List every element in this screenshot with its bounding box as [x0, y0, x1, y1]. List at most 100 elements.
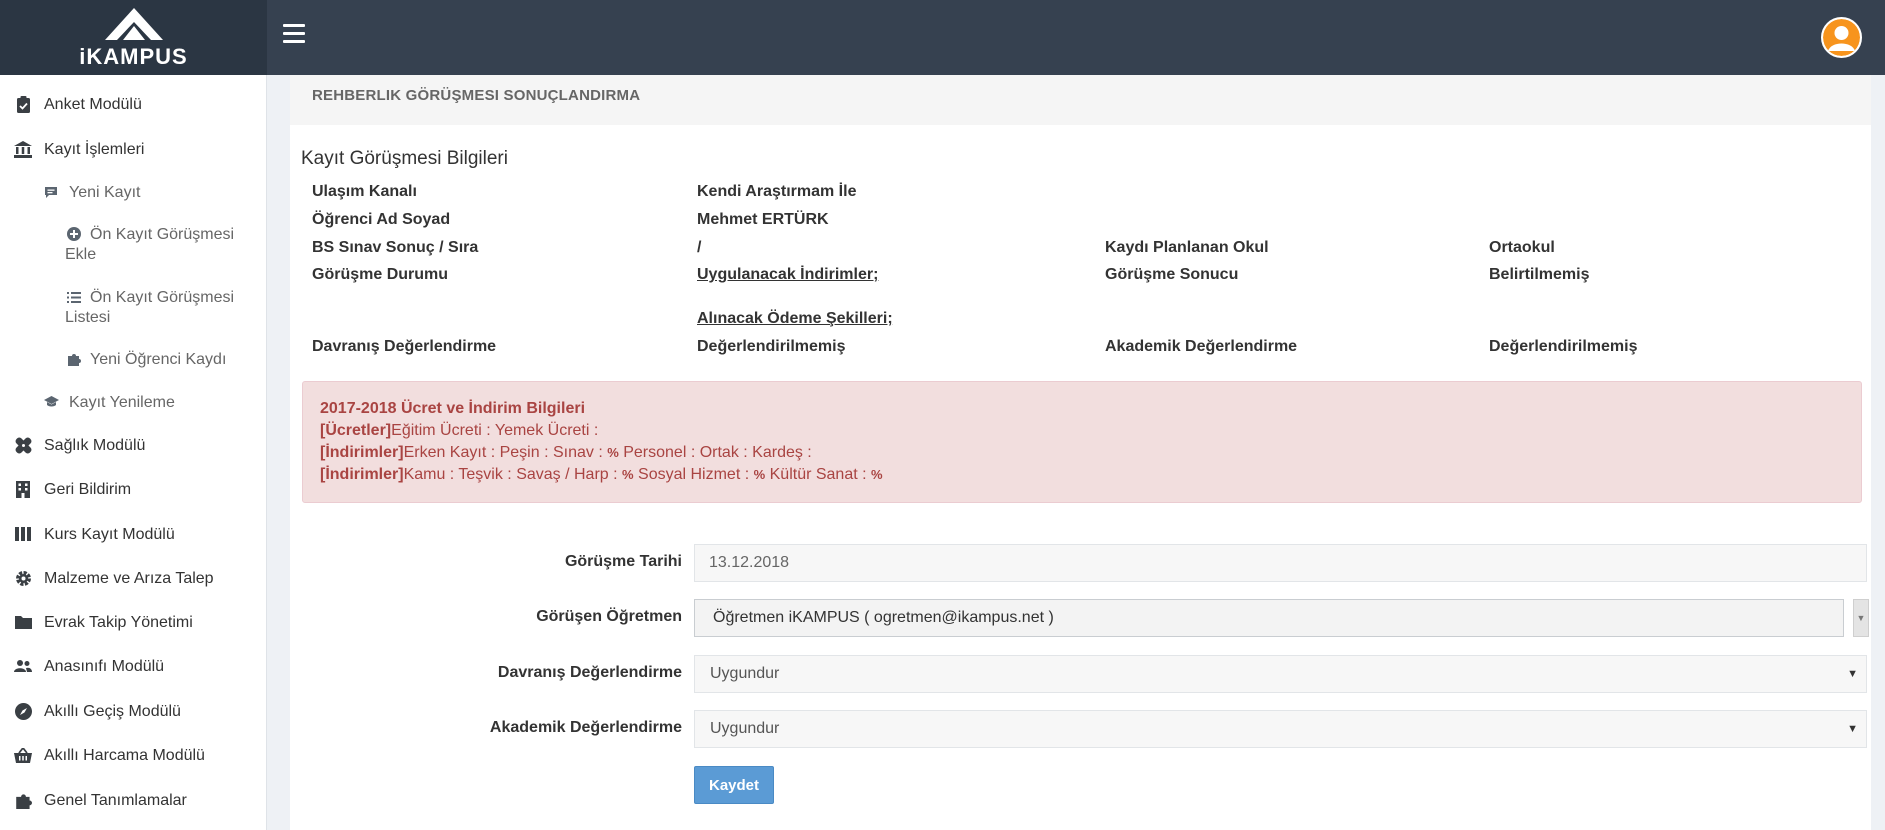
- sidebar-item-geri-bildirim[interactable]: Geri Bildirim: [14, 480, 281, 500]
- indirim-link[interactable]: Uygulanacak İndirimler;: [697, 266, 878, 284]
- sidebar-item-kurs-kayit[interactable]: Kurs Kayıt Modülü: [14, 525, 281, 545]
- graduation-cap-icon: [42, 393, 60, 411]
- davranis-select-value: Uygundur: [710, 665, 780, 682]
- davranis-info-value: Değerlendirilmemiş: [697, 338, 846, 355]
- sonuc-label: Görüşme Sonucu: [1105, 266, 1239, 283]
- alert-line1-text: Eğitim Ücreti : Yemek Ücreti :: [391, 422, 599, 439]
- sidebar-item-saglik[interactable]: Sağlık Modülü: [14, 436, 281, 456]
- ogrenci-value: Mehmet ERTÜRK: [697, 211, 829, 228]
- alert-line2-text-a: Erken Kayıt : Peşin : Sınav :: [403, 444, 608, 461]
- alert-tag-indirimler: [İndirimler]: [320, 444, 404, 461]
- teacher-label: Görüşen Öğretmen: [536, 608, 682, 625]
- sidebar-item-label: Kurs Kayıt Modülü: [44, 526, 175, 543]
- bandage-icon: [14, 436, 32, 454]
- akademik-select-value: Uygundur: [710, 720, 780, 737]
- sidebar-item-akilli-harcama[interactable]: Akıllı Harcama Modülü: [14, 746, 281, 766]
- bs-value: /: [697, 239, 702, 256]
- alert-line3-text-c: Kültür Sanat :: [765, 466, 872, 483]
- save-button[interactable]: Kaydet: [694, 766, 774, 804]
- sidebar-item-akilli-gecis[interactable]: Akıllı Geçiş Modülü: [14, 702, 281, 722]
- sidebar-item-label: Evrak Takip Yönetimi: [44, 614, 193, 631]
- chevron-down-icon: ▼: [1847, 723, 1858, 735]
- puzzle-icon: [14, 791, 32, 809]
- sidebar-item-label: Kayıt İşlemleri: [44, 141, 145, 158]
- panel-header: REHBERLIK GÖRÜŞMESI SONUÇLANDIRMA: [290, 75, 1871, 125]
- sidebar-item-anket[interactable]: Anket Modülü: [14, 95, 281, 115]
- sidebar-item-genel-tanimlamalar[interactable]: Genel Tanımlamalar: [14, 791, 281, 811]
- sidebar-item-label: Geri Bildirim: [44, 481, 132, 498]
- users-icon: [14, 657, 32, 675]
- okul-value: Ortaokul: [1489, 239, 1555, 256]
- sonuc-value: Belirtilmemiş: [1489, 266, 1590, 283]
- teacher-select-toggle[interactable]: ▼: [1853, 599, 1869, 637]
- user-avatar[interactable]: [1821, 17, 1862, 58]
- list-icon: [65, 289, 83, 307]
- date-label: Görüşme Tarihi: [564, 553, 682, 570]
- sidebar-item-label: Ön Kayıt Görüşmesi Ekle: [65, 226, 235, 263]
- date-field[interactable]: 13.12.2018: [694, 544, 1867, 582]
- sidebar-item-evrak-takip[interactable]: Evrak Takip Yönetimi: [14, 613, 281, 633]
- menu-toggle-icon[interactable]: [283, 24, 305, 44]
- sidebar: Anket Modülü Kayıt İşlemleri Yeni Kayıt …: [0, 75, 267, 830]
- sidebar-item-label: Sağlık Modülü: [44, 437, 146, 454]
- sidebar-item-label: Anasınıfı Modülü: [44, 658, 165, 675]
- alert-tag-indirimler-2: [İndirimler]: [320, 466, 404, 483]
- ulasim-value: Kendi Araştırmam İle: [697, 183, 857, 200]
- alert-line3-text-b: Sosyal Hizmet :: [633, 466, 754, 483]
- okul-label: Kaydı Planlanan Okul: [1105, 239, 1269, 256]
- main-panel: REHBERLIK GÖRÜŞMESI SONUÇLANDIRMA Kayıt …: [290, 75, 1871, 830]
- akademik-select-label: Akademik Değerlendirme: [489, 719, 682, 736]
- akademik-select[interactable]: Uygundur ▼: [694, 710, 1867, 748]
- sidebar-item-kayit-yenileme[interactable]: Kayıt Yenileme: [42, 393, 309, 413]
- teacher-select[interactable]: Öğretmen iKAMPUS ( ogretmen@ikampus.net …: [694, 599, 1844, 637]
- sidebar-item-label: Ön Kayıt Görüşmesi Listesi: [65, 289, 235, 326]
- gear-icon: [14, 569, 32, 587]
- alert-line3-pct-a: %: [622, 467, 634, 482]
- davranis-select-label: Davranış Değerlendirme: [497, 664, 682, 681]
- building-icon: [14, 480, 32, 498]
- folder-icon: [14, 613, 32, 631]
- alert-line2-text-b: Personel : Ortak : Kardeş :: [618, 444, 812, 461]
- davranis-info-label: Davranış Değerlendirme: [312, 338, 497, 355]
- alert-line3-pct-b: %: [753, 467, 766, 482]
- sidebar-item-kayit-islemleri[interactable]: Kayıt İşlemleri: [14, 140, 281, 160]
- alert-line2-pct: %: [607, 445, 619, 460]
- fee-info-alert: 2017-2018 Ücret ve İndirim Bilgileri [Üc…: [302, 381, 1862, 503]
- compass-icon: [14, 702, 32, 720]
- alert-line3-text-a: Kamu : Teşvik : Savaş / Harp :: [403, 466, 623, 483]
- akademik-info-label: Akademik Değerlendirme: [1105, 338, 1298, 355]
- logo[interactable]: iKAMPUS: [0, 0, 267, 75]
- ogrenci-label: Öğrenci Ad Soyad: [312, 211, 451, 228]
- panel-title: REHBERLIK GÖRÜŞMESI SONUÇLANDIRMA: [312, 87, 641, 104]
- sidebar-item-label: Malzeme ve Arıza Talep: [44, 570, 214, 587]
- bank-icon: [14, 140, 32, 158]
- alert-line3-pct-c: %: [871, 467, 883, 482]
- chevron-down-icon: ▼: [1847, 668, 1858, 680]
- sidebar-item-label: Kayıt Yenileme: [69, 394, 175, 411]
- sidebar-item-anasinifi[interactable]: Anasınıfı Modülü: [14, 657, 281, 677]
- sidebar-item-malzeme[interactable]: Malzeme ve Arıza Talep: [14, 569, 281, 589]
- sidebar-item-label: Yeni Kayıt: [69, 184, 141, 201]
- davranis-select[interactable]: Uygundur ▼: [694, 655, 1867, 693]
- plus-circle-icon: [65, 225, 83, 243]
- comment-icon: [42, 183, 60, 201]
- sidebar-item-on-kayit-listesi[interactable]: Ön Kayıt Görüşmesi Listesi: [65, 288, 255, 328]
- basket-icon: [14, 746, 32, 764]
- akademik-info-value: Değerlendirilmemiş: [1489, 338, 1638, 355]
- sidebar-item-yeni-kayit[interactable]: Yeni Kayıt: [42, 183, 309, 203]
- logo-mark-icon: [104, 7, 163, 40]
- logo-text: iKAMPUS: [79, 43, 188, 69]
- user-icon: [1823, 19, 1860, 56]
- sidebar-item-label: Akıllı Harcama Modülü: [44, 747, 205, 764]
- odeme-link[interactable]: Alınacak Ödeme Şekilleri;: [697, 310, 893, 328]
- sidebar-item-label: Akıllı Geçiş Modülü: [44, 703, 181, 720]
- alert-tag-ucretler: [Ücretler]: [320, 422, 392, 439]
- ulasim-label: Ulaşım Kanalı: [312, 183, 417, 200]
- section-title: Kayıt Görüşmesi Bilgileri: [301, 148, 508, 169]
- columns-icon: [14, 525, 32, 543]
- sidebar-item-label: Anket Modülü: [44, 96, 142, 113]
- sidebar-item-on-kayit-ekle[interactable]: Ön Kayıt Görüşmesi Ekle: [65, 225, 255, 265]
- top-bar: iKAMPUS: [0, 0, 1885, 75]
- clipboard-icon: [14, 95, 32, 113]
- bs-label: BS Sınav Sonuç / Sıra: [312, 239, 479, 256]
